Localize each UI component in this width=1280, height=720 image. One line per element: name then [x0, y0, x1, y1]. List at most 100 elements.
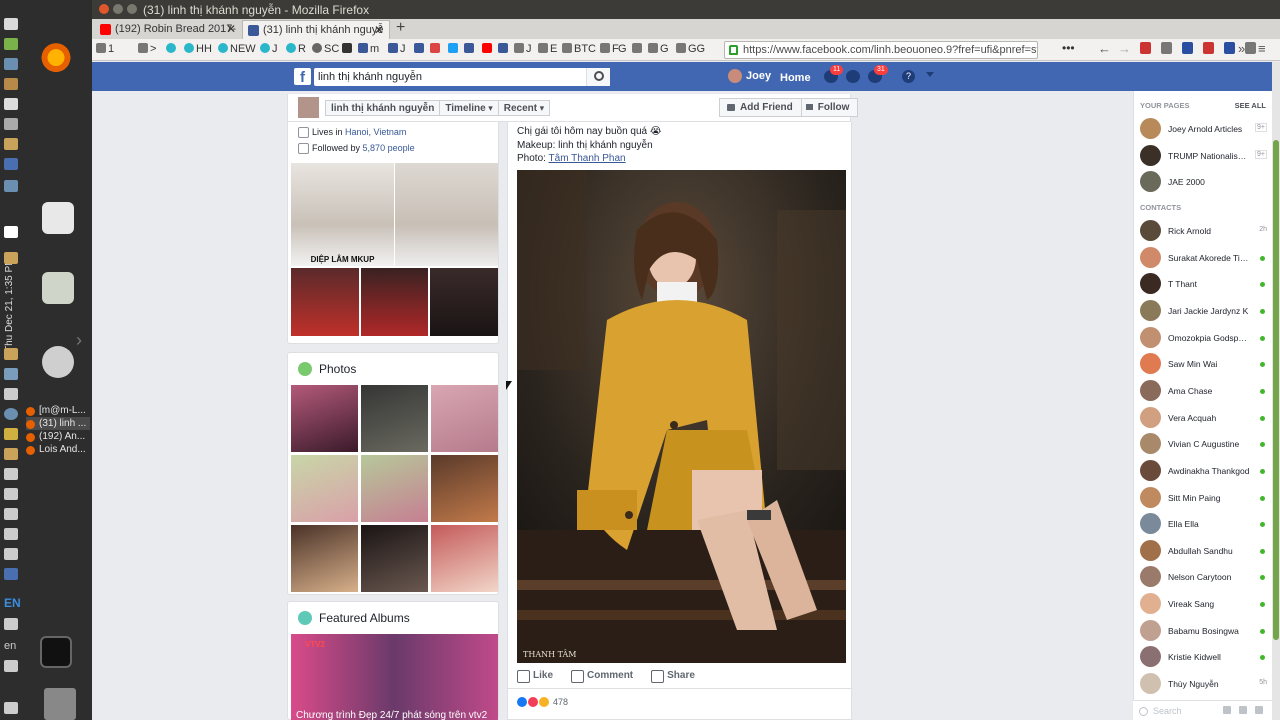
- bookmark-item[interactable]: HH: [184, 43, 212, 55]
- extension-icon[interactable]: [1224, 42, 1235, 54]
- close-tab-icon[interactable]: ✕: [226, 22, 236, 36]
- recent-dropdown[interactable]: Recent: [499, 101, 549, 115]
- minimize-window-button[interactable]: [113, 4, 123, 14]
- chat-options-icon[interactable]: [1223, 706, 1231, 714]
- add-friend-button[interactable]: Add Friend: [720, 99, 801, 116]
- language-indicator[interactable]: EN: [4, 596, 21, 610]
- photo-thumbnail[interactable]: [291, 385, 358, 452]
- chevron-right-icon[interactable]: ›: [76, 330, 82, 351]
- app-icon[interactable]: [4, 348, 18, 360]
- app-icon[interactable]: [4, 118, 18, 130]
- followers-link[interactable]: 5,870 people: [363, 143, 415, 153]
- featured-albums-title[interactable]: Featured Albums: [298, 611, 410, 625]
- profile-link[interactable]: Joey: [728, 69, 771, 83]
- search-button[interactable]: [586, 68, 610, 86]
- app-icon[interactable]: [4, 38, 18, 50]
- page-item[interactable]: Joey Arnold Articles 9+: [1140, 118, 1267, 140]
- bookmark-item[interactable]: F: [600, 43, 619, 55]
- page-scrollbar[interactable]: [1272, 62, 1280, 720]
- profile-name-link[interactable]: linh thị khánh nguyễn: [326, 101, 441, 115]
- close-tab-icon[interactable]: ✕: [374, 23, 384, 37]
- photo-thumbnail[interactable]: [431, 385, 498, 452]
- photo-thumbnail[interactable]: [361, 525, 428, 592]
- wifi-icon[interactable]: [4, 618, 18, 630]
- app-icon[interactable]: [4, 488, 18, 500]
- page-item[interactable]: JAE 2000: [1140, 171, 1267, 193]
- keyboard-layout[interactable]: en: [4, 640, 16, 652]
- location-link[interactable]: Hanoi, Vietnam: [345, 127, 406, 137]
- user-icon[interactable]: [4, 18, 18, 30]
- bookmark-item[interactable]: SC: [312, 43, 339, 55]
- app-icon[interactable]: [4, 138, 18, 150]
- firefox-icon[interactable]: [40, 40, 72, 72]
- bookmark-item[interactable]: J: [388, 43, 406, 55]
- intro-photo[interactable]: [291, 268, 359, 336]
- bookmark-item[interactable]: [448, 43, 460, 55]
- trash-icon[interactable]: [44, 688, 76, 720]
- bookmark-item[interactable]: [166, 43, 178, 55]
- contact-item[interactable]: Thùy Nguyễn 5h: [1140, 673, 1267, 695]
- close-window-button[interactable]: [99, 4, 109, 14]
- contact-item[interactable]: Sitt Min Paing: [1140, 486, 1267, 509]
- scrollbar-thumb[interactable]: [1273, 140, 1279, 640]
- contact-item[interactable]: Nelson Carytoon: [1140, 566, 1267, 588]
- app-icon[interactable]: [4, 226, 18, 238]
- contact-item[interactable]: Vireak Sang: [1140, 593, 1267, 615]
- extension-icon[interactable]: [1245, 42, 1256, 54]
- contact-item[interactable]: Kristie Kidwell: [1140, 646, 1267, 668]
- reactions-summary[interactable]: 478: [517, 697, 568, 707]
- app-icon[interactable]: [4, 428, 18, 440]
- bookmark-item[interactable]: G: [618, 43, 627, 55]
- contact-item[interactable]: Rick Arnold 2h: [1140, 220, 1267, 242]
- new-tab-button[interactable]: +: [396, 19, 405, 37]
- bookmark-item[interactable]: R: [286, 43, 306, 55]
- photo-thumbnail[interactable]: [361, 455, 428, 522]
- photographer-link[interactable]: Tâm Thanh Phan: [549, 153, 626, 164]
- app-icon[interactable]: [4, 98, 18, 110]
- app-icon[interactable]: [4, 408, 18, 420]
- settings-icon[interactable]: [1255, 706, 1263, 714]
- terminal-icon[interactable]: [40, 636, 72, 668]
- bookmark-item[interactable]: [482, 43, 494, 55]
- help-icon[interactable]: ?: [902, 70, 915, 83]
- like-button[interactable]: Like: [517, 670, 553, 683]
- album-caption[interactable]: Chương trình Đẹp 24/7 phát sóng trên vtv…: [296, 710, 487, 720]
- facebook-logo-icon[interactable]: f: [294, 68, 311, 86]
- bookmark-item[interactable]: [632, 43, 644, 55]
- bookmark-item[interactable]: m: [358, 43, 379, 55]
- maximize-window-button[interactable]: [127, 4, 137, 14]
- contact-item[interactable]: Awdinakha Thankgod: [1140, 459, 1267, 482]
- extension-icon[interactable]: [1140, 42, 1151, 54]
- app-icon[interactable]: [4, 448, 18, 460]
- bookmark-item[interactable]: 1: [96, 43, 114, 55]
- new-message-icon[interactable]: [1239, 706, 1247, 714]
- bookmark-item[interactable]: J: [260, 43, 278, 55]
- more-actions-icon[interactable]: •••: [1062, 41, 1075, 55]
- hamburger-menu-icon[interactable]: ≡: [1258, 41, 1266, 56]
- account-menu-caret-icon[interactable]: [926, 72, 934, 77]
- settings-icon[interactable]: [4, 180, 18, 192]
- extension-icon[interactable]: [1182, 42, 1193, 54]
- photo-thumbnail[interactable]: [291, 525, 358, 592]
- app-icon[interactable]: [4, 368, 18, 380]
- settings-icon[interactable]: [4, 58, 18, 70]
- window-controls[interactable]: [99, 4, 137, 14]
- bookmark-item[interactable]: NEW: [218, 43, 256, 55]
- post-photo[interactable]: THANH TÂM: [517, 170, 846, 663]
- volume-icon[interactable]: [4, 660, 18, 672]
- bookmark-item[interactable]: [498, 43, 510, 55]
- contact-item[interactable]: Ella Ella: [1140, 513, 1267, 535]
- task-item[interactable]: (31) linh ...: [26, 417, 90, 430]
- page-item[interactable]: TRUMP Nationalism ... 9+: [1140, 144, 1267, 167]
- bookmark-item[interactable]: G: [648, 43, 669, 55]
- app-icon[interactable]: [4, 568, 18, 580]
- extension-icon[interactable]: [1161, 42, 1172, 54]
- photo-thumbnail[interactable]: [291, 455, 358, 522]
- bookmark-item[interactable]: GG: [676, 43, 705, 55]
- power-icon[interactable]: [4, 702, 18, 714]
- photos-title[interactable]: Photos: [298, 362, 356, 376]
- bookmark-item[interactable]: BTC: [562, 43, 596, 55]
- contact-item[interactable]: Abdullah Sandhu: [1140, 539, 1267, 562]
- chat-search-input[interactable]: Search: [1133, 700, 1272, 720]
- contact-item[interactable]: Vivian C Augustine: [1140, 433, 1267, 455]
